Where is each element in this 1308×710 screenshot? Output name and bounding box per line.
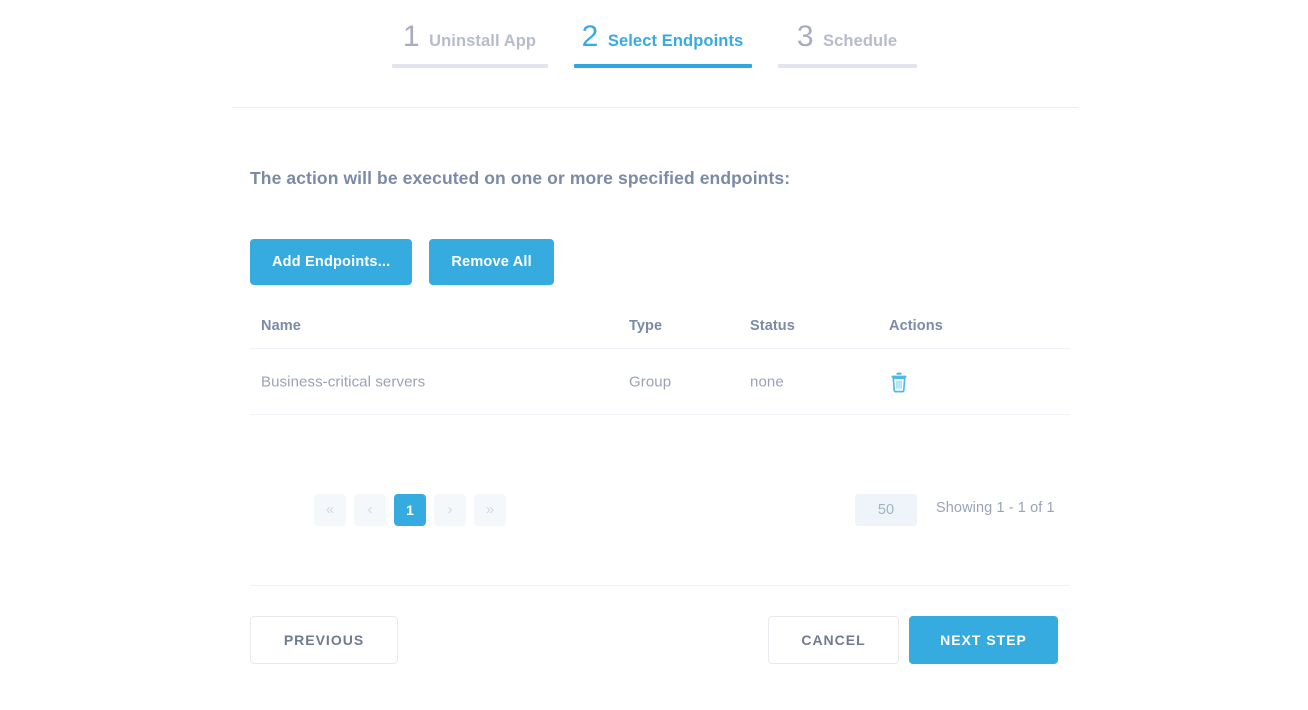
- endpoints-table: Name Type Status Actions Business-critic…: [250, 303, 1070, 415]
- table-header-row: Name Type Status Actions: [250, 303, 1070, 349]
- delete-endpoint-button[interactable]: [889, 371, 909, 393]
- table-row[interactable]: Business-critical servers Group none: [250, 349, 1070, 415]
- pagination-first-page-button[interactable]: «: [314, 494, 346, 526]
- pagination-next-page-button[interactable]: ›: [434, 494, 466, 526]
- pagination-last-page-button[interactable]: »: [474, 494, 506, 526]
- column-header-name: Name: [261, 317, 301, 334]
- footer-divider: [250, 585, 1070, 586]
- cell-endpoint-name: Business-critical servers: [261, 373, 426, 390]
- pagination-showing-text: Showing 1 - 1 of 1: [936, 500, 1055, 516]
- pagination-page-1-button[interactable]: 1: [394, 494, 426, 526]
- wizard-footer: PREVIOUS CANCEL NEXT STEP: [250, 616, 1070, 664]
- pagination-previous-page-button[interactable]: ‹: [354, 494, 386, 526]
- wizard-step-label: Uninstall App: [429, 32, 537, 50]
- page-size-selector[interactable]: 50: [855, 494, 917, 526]
- add-endpoints-button[interactable]: Add Endpoints...: [250, 239, 413, 285]
- wizard-step-number: 1: [402, 20, 421, 53]
- trash-icon: [891, 372, 907, 393]
- column-header-type: Type: [629, 317, 663, 334]
- wizard-step-underline: [573, 64, 752, 68]
- column-header-actions: Actions: [889, 317, 943, 334]
- header-divider: [232, 107, 1078, 108]
- wizard-step-underline: [777, 64, 917, 68]
- wizard-step-uninstall-app[interactable]: 1 Uninstall App: [391, 20, 548, 68]
- wizard-step-label: Select Endpoints: [607, 32, 744, 50]
- cancel-button[interactable]: CANCEL: [768, 616, 899, 664]
- wizard-step-label: Schedule: [823, 32, 898, 50]
- cell-endpoint-type: Group: [629, 373, 672, 390]
- wizard-step-number: 2: [581, 20, 599, 53]
- cell-endpoint-actions: [889, 371, 909, 393]
- previous-button[interactable]: PREVIOUS: [250, 616, 398, 664]
- endpoint-action-buttons: Add Endpoints... Remove All: [250, 239, 554, 285]
- next-step-button[interactable]: NEXT STEP: [909, 616, 1058, 664]
- wizard-step-number: 3: [796, 20, 815, 53]
- instruction-text: The action will be executed on one or mo…: [250, 168, 791, 188]
- pagination-buttons: « ‹ 1 › »: [314, 494, 506, 526]
- wizard-step-underline: [391, 64, 548, 68]
- wizard-step-select-endpoints[interactable]: 2 Select Endpoints: [573, 20, 752, 68]
- pagination-bar: « ‹ 1 › » 50 Showing 1 - 1 of 1: [250, 494, 1070, 534]
- cell-endpoint-status: none: [750, 373, 784, 390]
- wizard-step-schedule[interactable]: 3 Schedule: [777, 20, 917, 68]
- wizard-step-indicator: 1 Uninstall App 2 Select Endpoints 3 Sch…: [0, 0, 1308, 108]
- remove-all-button[interactable]: Remove All: [429, 239, 554, 285]
- column-header-status: Status: [750, 317, 795, 334]
